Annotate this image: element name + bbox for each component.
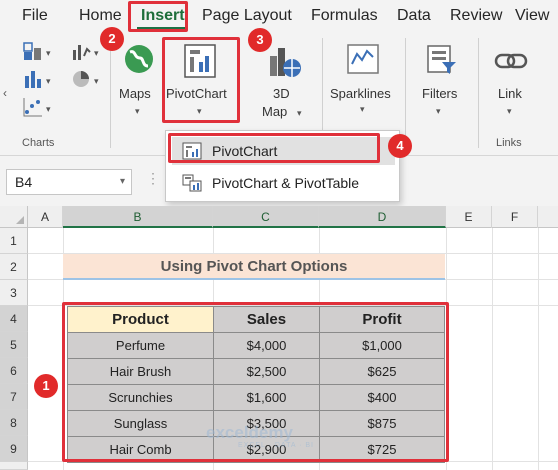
column-header-b[interactable]: B [63,206,213,228]
chevron-down-icon[interactable]: ▾ [507,106,512,117]
gridline [538,228,539,470]
link-button[interactable]: Link [498,86,522,101]
callout-badge-4: 4 [388,134,412,158]
callout-badge-3: 3 [248,28,272,52]
chevron-down-icon[interactable]: ▾ [120,176,125,187]
callout-badge-2: 2 [100,27,124,51]
bar-chart-icon[interactable] [22,68,44,90]
tab-page-layout[interactable]: Page Layout [202,7,292,25]
callout-box-data-range [62,302,449,462]
chevron-down-icon[interactable]: ▾ [94,48,99,59]
scatter-chart-icon[interactable] [22,96,44,118]
name-box-value: B4 [15,174,33,190]
column-header-c[interactable]: C [213,206,319,228]
ribbon-separator [405,38,406,148]
globe-icon[interactable] [122,42,156,76]
row-header-6[interactable]: 6 [0,358,28,384]
3d-map-button[interactable]: Map [262,104,287,119]
scroll-left-icon[interactable]: ‹ [3,86,7,100]
column-header-e[interactable]: E [446,206,492,228]
callout-box-pivotchart-button [162,37,240,123]
chevron-down-icon[interactable]: ▾ [360,104,365,115]
line-chart-icon[interactable] [70,40,92,62]
menu-bar: File Home Insert Page Layout Formulas Da… [0,0,558,32]
chevron-down-icon[interactable]: ▾ [436,106,441,117]
tab-view[interactable]: View [515,7,549,25]
name-box[interactable]: B4 ▾ [6,169,132,195]
tab-home[interactable]: Home [79,7,122,25]
filters-icon[interactable] [424,42,458,76]
maps-button[interactable]: Maps [119,86,151,101]
row-header-1[interactable]: 1 [0,228,28,254]
menu-item-pivotchart-and-pivottable[interactable]: PivotChart & PivotTable [172,169,395,197]
chevron-down-icon[interactable]: ▾ [46,104,51,115]
column-header-f[interactable]: F [492,206,538,228]
chevron-down-icon[interactable]: ▾ [46,76,51,87]
row-header-8[interactable]: 8 [0,410,28,436]
sheet-title-cell[interactable]: Using Pivot Chart Options [63,254,445,280]
row-header-10[interactable] [0,462,28,470]
chevron-down-icon[interactable]: ▾ [46,48,51,59]
column-header-a[interactable]: A [28,206,63,228]
ribbon-separator [478,38,479,148]
sparklines-button[interactable]: Sparklines [330,86,391,101]
pie-chart-icon[interactable] [70,68,92,90]
row-header-4[interactable]: 4 [0,306,28,332]
sparklines-icon[interactable] [345,42,381,76]
row-header-5[interactable]: 5 [0,332,28,358]
tab-review[interactable]: Review [450,7,502,25]
tab-file[interactable]: File [22,7,48,25]
chevron-down-icon[interactable]: ▾ [135,106,140,117]
callout-badge-1: 1 [34,374,58,398]
tab-data[interactable]: Data [397,7,431,25]
pivotchart-pivottable-icon [182,174,202,192]
chevron-down-icon[interactable]: ▾ [297,108,302,119]
chevron-down-icon[interactable]: ▾ [94,76,99,87]
3d-map-icon[interactable] [264,42,304,80]
callout-box-insert-tab [128,1,188,32]
select-all-corner[interactable] [0,206,28,228]
row-header-7[interactable]: 7 [0,384,28,410]
row-header-9[interactable]: 9 [0,436,28,462]
links-group-label: Links [496,137,522,149]
formula-bar-separator: ⋮ [146,170,160,186]
3d-map-label-line1[interactable]: 3D [273,86,290,101]
gridline [492,228,493,470]
ribbon-separator [110,38,111,148]
callout-box-pivotchart-menu-item [168,133,380,163]
link-icon[interactable] [494,46,528,76]
menu-item-pivotchart-and-pivottable-label: PivotChart & PivotTable [212,175,360,191]
charts-group-label: Charts [22,137,55,149]
row-header-3[interactable]: 3 [0,280,28,306]
column-header-d[interactable]: D [319,206,446,228]
row-header-2[interactable]: 2 [0,254,28,280]
column-chart-icon[interactable] [22,40,44,62]
tab-formulas[interactable]: Formulas [311,7,378,25]
filters-button[interactable]: Filters [422,86,457,101]
